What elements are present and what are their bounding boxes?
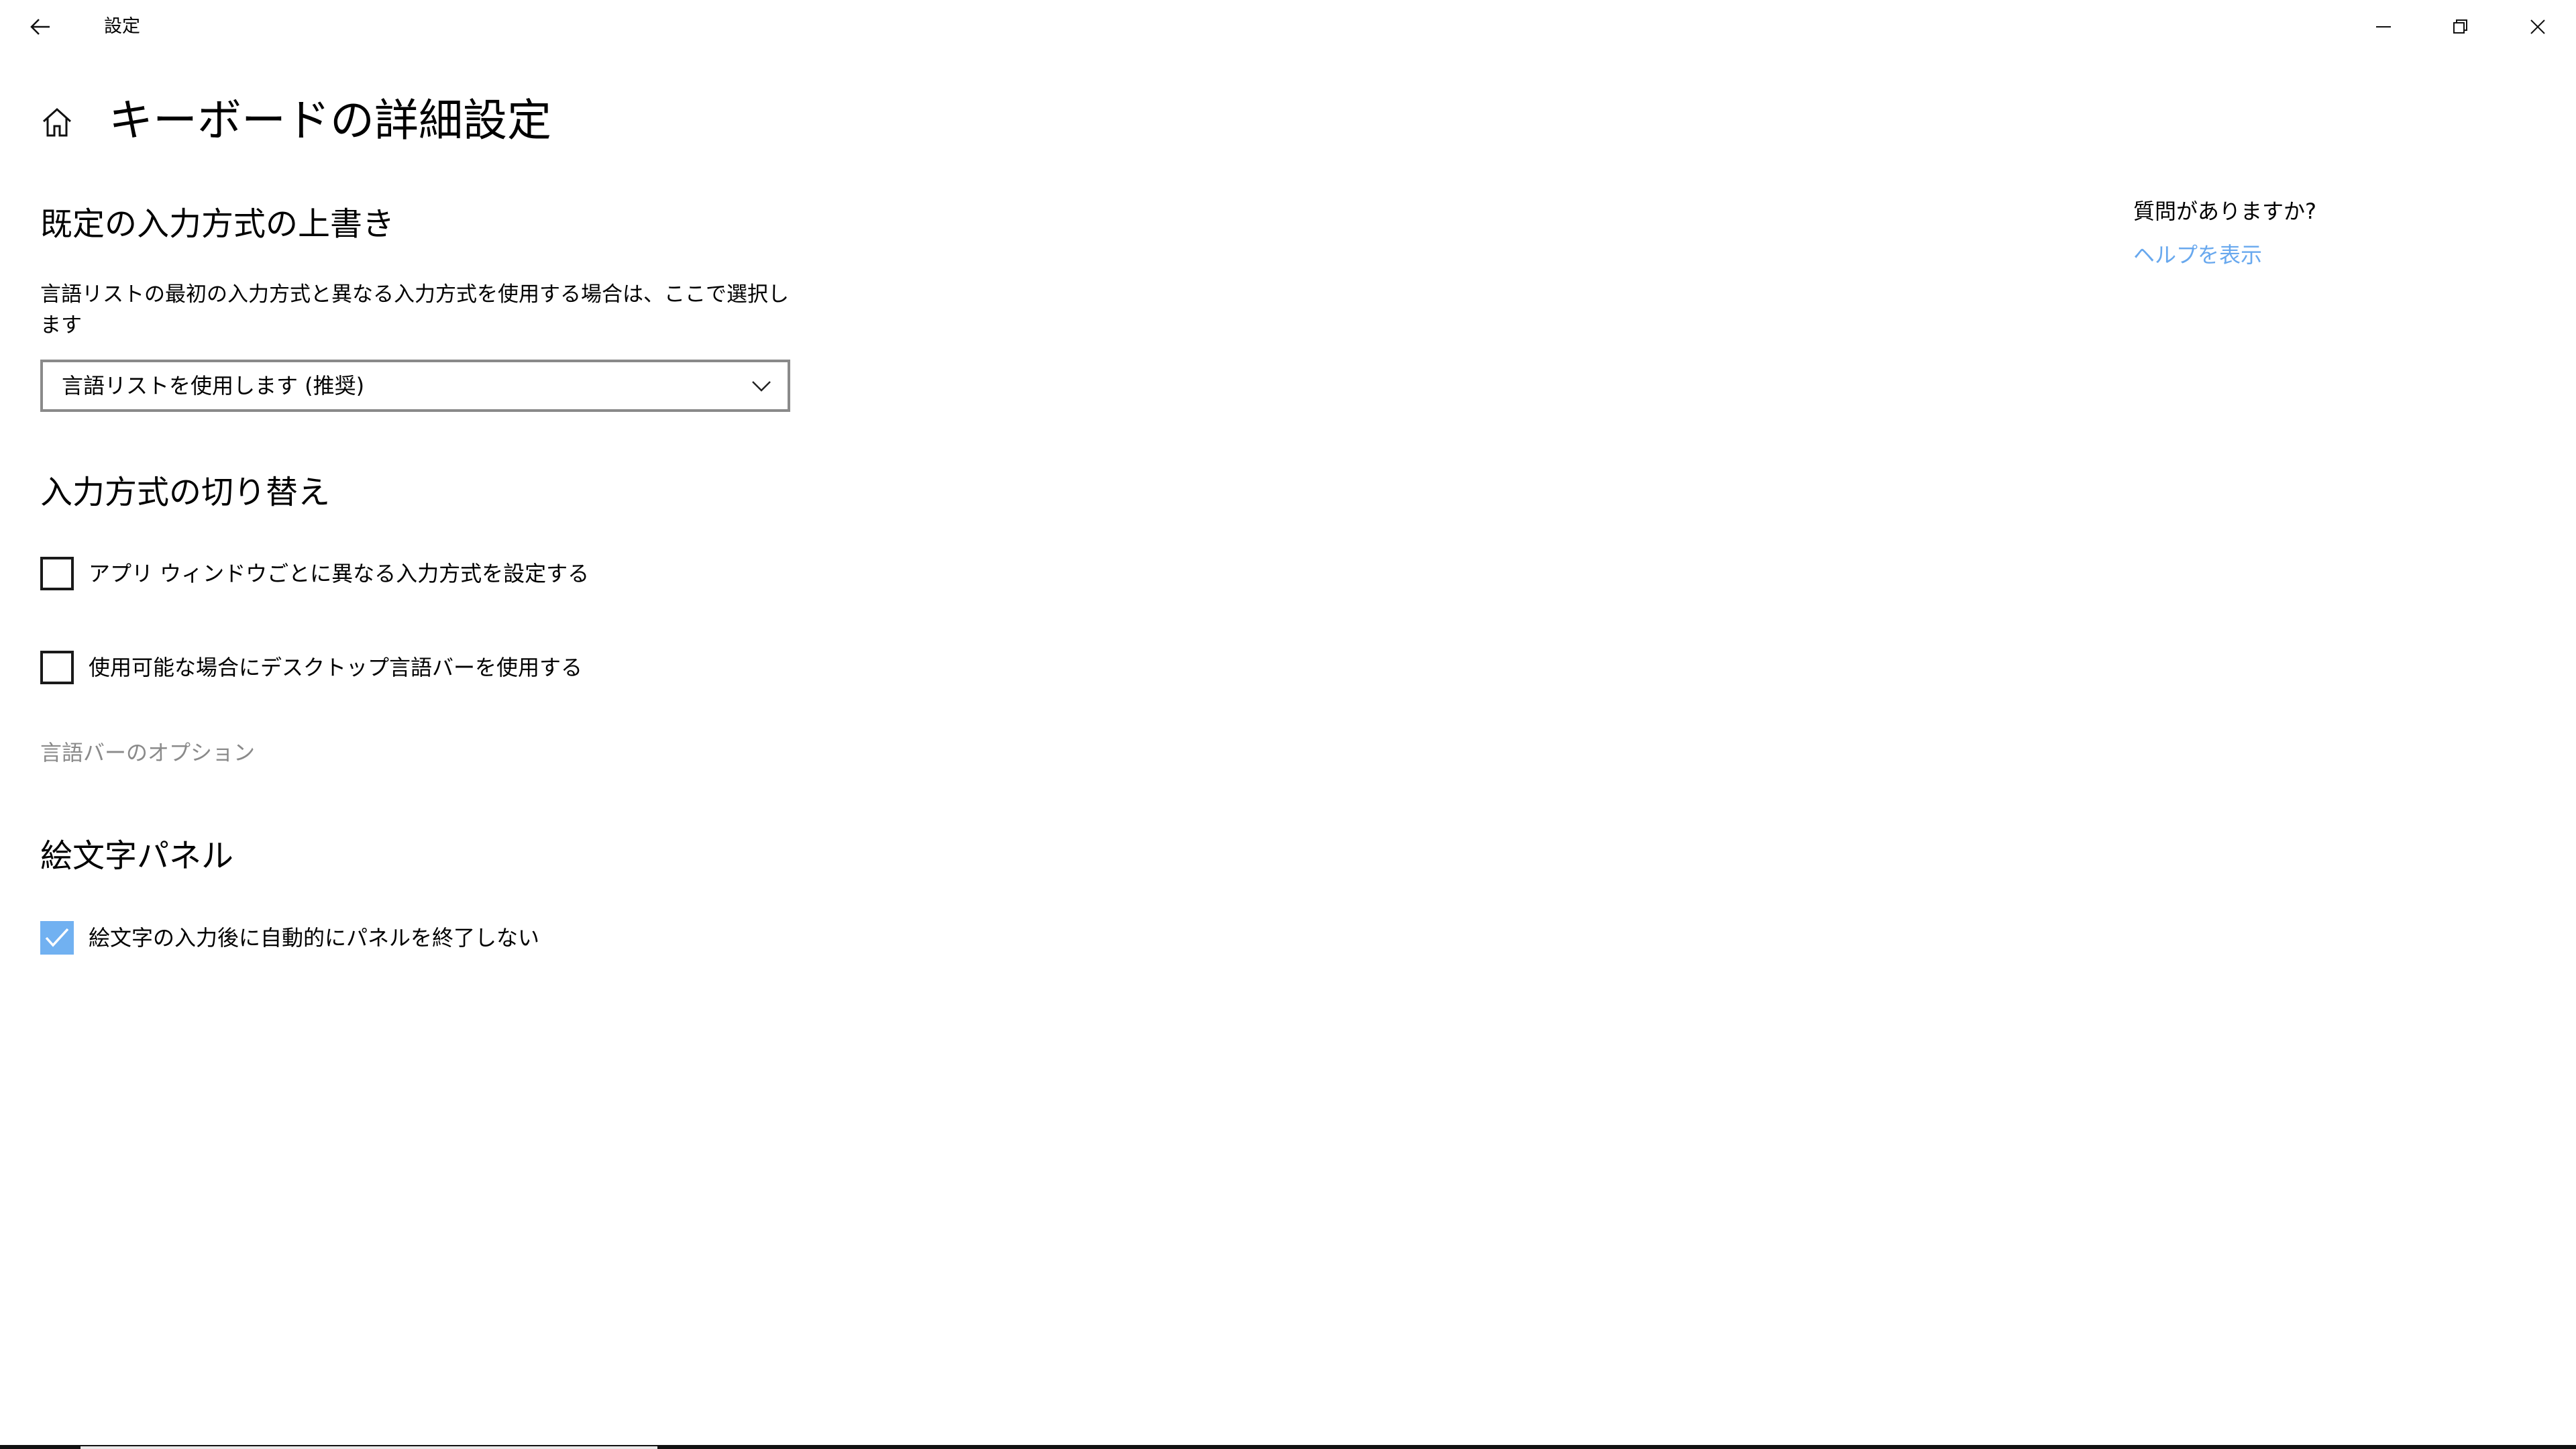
close-button[interactable] [2499, 0, 2576, 54]
back-button[interactable] [16, 0, 64, 54]
desktop-language-bar-label: 使用可能な場合にデスクトップ言語バーを使用する [89, 655, 583, 680]
checkmark-icon [45, 928, 69, 947]
section-heading-switch: 入力方式の切り替え [40, 474, 331, 511]
window-controls [2345, 0, 2576, 54]
restore-icon [2453, 19, 2467, 34]
input-method-dropdown[interactable]: 言語リストを使用します (推奨) [40, 360, 790, 412]
per-app-input-label: アプリ ウィンドウごとに異なる入力方式を設定する [89, 561, 590, 586]
section-heading-override: 既定の入力方式の上書き [40, 205, 395, 243]
chevron-down-icon [752, 381, 771, 392]
checkbox-row-desktop-language-bar[interactable]: 使用可能な場合にデスクトップ言語バーを使用する [40, 650, 582, 685]
desktop-language-bar-checkbox[interactable] [40, 651, 74, 684]
checkbox-row-emoji-panel[interactable]: 絵文字の入力後に自動的にパネルを終了しない [40, 920, 539, 955]
help-question: 質問がありますか? [2133, 199, 2316, 224]
language-bar-options-link[interactable]: 言語バーのオプション [40, 735, 255, 770]
taskbar-edge-highlight [80, 1446, 657, 1449]
section-heading-emoji: 絵文字パネル [40, 837, 234, 875]
emoji-panel-label: 絵文字の入力後に自動的にパネルを終了しない [89, 925, 540, 951]
home-button[interactable] [39, 104, 75, 140]
emoji-panel-checkbox[interactable] [40, 921, 74, 955]
checkbox-row-per-app-input[interactable]: アプリ ウィンドウごとに異なる入力方式を設定する [40, 556, 589, 591]
taskbar-edge [0, 1445, 2576, 1449]
window-title: 設定 [104, 16, 140, 37]
minimize-icon [2375, 26, 2391, 28]
get-help-link[interactable]: ヘルプを表示 [2133, 238, 2262, 272]
minimize-button[interactable] [2345, 0, 2422, 54]
dropdown-selected-value: 言語リストを使用します (推奨) [62, 373, 365, 398]
override-description: 言語リストの最初の入力方式と異なる入力方式を使用する場合は、ここで選択します [40, 282, 789, 337]
page-title: キーボードの詳細設定 [109, 95, 551, 146]
per-app-input-checkbox[interactable] [40, 557, 74, 590]
settings-window: 設定 キーボードの詳細設定 既定の入力方式の上書き 言語リストの最初の入力方式と… [0, 0, 2576, 1449]
home-icon [42, 107, 72, 137]
restore-button[interactable] [2422, 0, 2499, 54]
arrow-left-icon [30, 19, 50, 35]
title-bar: 設定 [0, 0, 2576, 54]
close-icon [2530, 19, 2545, 34]
